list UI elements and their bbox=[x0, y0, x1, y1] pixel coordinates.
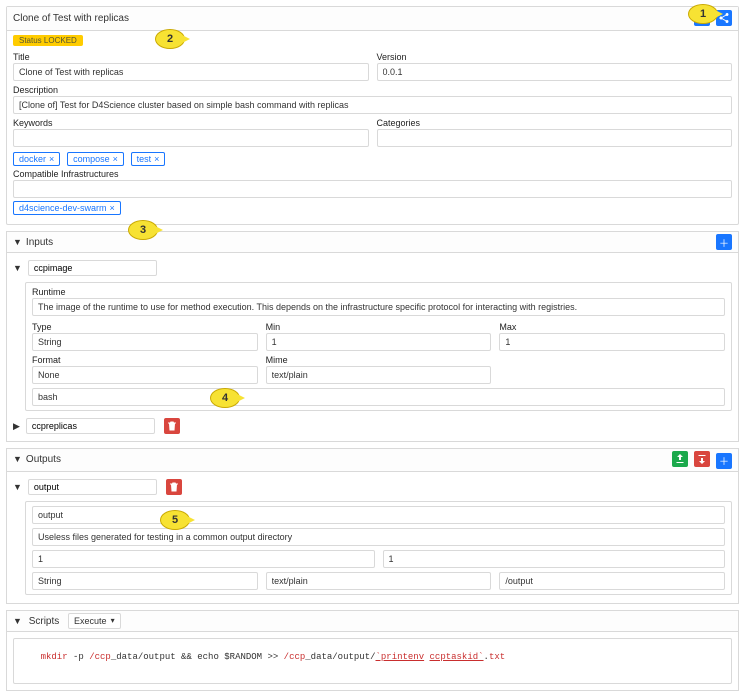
categories-label: Categories bbox=[377, 118, 733, 128]
output-path-input[interactable] bbox=[499, 572, 725, 590]
compat-label: Compatible Infrastructures bbox=[13, 169, 119, 179]
min-label: Min bbox=[266, 322, 492, 332]
keyword-tag[interactable]: test× bbox=[131, 152, 166, 166]
keyword-tag[interactable]: compose× bbox=[67, 152, 124, 166]
outputs-body: ▼ bbox=[6, 472, 739, 604]
caret-down-icon: ▼ bbox=[13, 616, 22, 626]
outputs-header[interactable]: ▼ Outputs ＋ bbox=[6, 448, 739, 472]
input-name-field[interactable] bbox=[28, 260, 157, 276]
annotation-3: 3 bbox=[128, 220, 158, 240]
input-row-ccpreplicas: ▶ bbox=[13, 415, 732, 437]
method-header-bar: Clone of Test with replicas bbox=[7, 7, 738, 31]
scripts-label: Scripts bbox=[29, 616, 60, 627]
export-output-button[interactable] bbox=[694, 451, 710, 467]
scripts-mode-label: Execute bbox=[74, 616, 107, 626]
title-input[interactable] bbox=[13, 63, 369, 81]
max-label: Max bbox=[499, 322, 725, 332]
import-output-button[interactable] bbox=[672, 451, 688, 467]
input-row-ccpimage: ▼ bbox=[13, 257, 732, 279]
output-max-input[interactable] bbox=[383, 550, 726, 568]
description-input[interactable] bbox=[13, 96, 732, 114]
inputs-label: Inputs bbox=[26, 237, 53, 248]
script-editor[interactable]: mkdir -p /ccp_data/output && echo $RANDO… bbox=[13, 638, 732, 684]
delete-output-button[interactable] bbox=[166, 479, 182, 495]
scripts-mode-select[interactable]: Execute ▾ bbox=[68, 613, 121, 629]
version-input[interactable] bbox=[377, 63, 733, 81]
close-icon[interactable]: × bbox=[154, 154, 159, 164]
outputs-label: Outputs bbox=[26, 454, 61, 465]
keyword-tagbar: docker× compose× test× bbox=[13, 149, 732, 169]
caret-down-icon[interactable]: ▼ bbox=[13, 482, 22, 492]
mime-label: Mime bbox=[266, 355, 492, 365]
output-name-field[interactable] bbox=[28, 479, 157, 495]
categories-input[interactable] bbox=[377, 129, 733, 147]
input-name-field[interactable] bbox=[26, 418, 155, 434]
method-panel: Clone of Test with replicas Status LOCKE… bbox=[6, 6, 739, 225]
runtime-desc: The image of the runtime to use for meth… bbox=[32, 298, 725, 316]
compat-tagbar: d4science-dev-swarm× bbox=[13, 198, 732, 218]
caret-down-icon[interactable]: ▼ bbox=[13, 263, 22, 273]
max-input[interactable] bbox=[499, 333, 725, 351]
annotation-1: 1 bbox=[688, 4, 718, 24]
output-title-input[interactable] bbox=[32, 506, 725, 524]
format-label: Format bbox=[32, 355, 258, 365]
default-value-input[interactable] bbox=[32, 388, 725, 406]
keywords-label: Keywords bbox=[13, 118, 369, 128]
general-form: Status LOCKED Title Version Description … bbox=[7, 31, 738, 224]
trash-icon bbox=[168, 481, 180, 493]
keyword-tag[interactable]: docker× bbox=[13, 152, 60, 166]
page-title: Clone of Test with replicas bbox=[13, 13, 129, 24]
close-icon[interactable]: × bbox=[110, 203, 115, 213]
tag-label: docker bbox=[19, 154, 46, 164]
scripts-body: mkdir -p /ccp_data/output && echo $RANDO… bbox=[6, 632, 739, 691]
output-desc-input[interactable] bbox=[32, 528, 725, 546]
output-min-input[interactable] bbox=[32, 550, 375, 568]
trash-icon bbox=[166, 420, 178, 432]
add-input-button[interactable]: ＋ bbox=[716, 234, 732, 250]
type-input[interactable] bbox=[32, 333, 258, 351]
mime-input[interactable] bbox=[266, 366, 492, 384]
tag-label: test bbox=[137, 154, 152, 164]
caret-down-icon: ▼ bbox=[13, 237, 22, 247]
output-detail bbox=[25, 501, 732, 595]
runtime-label: Runtime bbox=[32, 287, 66, 297]
status-badge: Status LOCKED bbox=[13, 35, 83, 46]
annotation-4: 4 bbox=[210, 388, 240, 408]
compat-tag[interactable]: d4science-dev-swarm× bbox=[13, 201, 121, 215]
type-label: Type bbox=[32, 322, 258, 332]
input-detail-ccpimage: Runtime The image of the runtime to use … bbox=[25, 282, 732, 411]
delete-input-button[interactable] bbox=[164, 418, 180, 434]
keywords-input[interactable] bbox=[13, 129, 369, 147]
output-row: ▼ bbox=[13, 476, 732, 498]
tag-label: compose bbox=[73, 154, 110, 164]
export-icon bbox=[696, 453, 708, 465]
output-type-input[interactable] bbox=[32, 572, 258, 590]
close-icon[interactable]: × bbox=[113, 154, 118, 164]
annotation-5: 5 bbox=[160, 510, 190, 530]
inputs-header[interactable]: ▼ Inputs ＋ bbox=[6, 231, 739, 253]
chevron-down-icon: ▾ bbox=[111, 616, 115, 625]
caret-right-icon[interactable]: ▶ bbox=[13, 421, 20, 432]
add-output-button[interactable]: ＋ bbox=[716, 453, 732, 469]
min-input[interactable] bbox=[266, 333, 492, 351]
import-icon bbox=[674, 453, 686, 465]
caret-down-icon: ▼ bbox=[13, 454, 22, 464]
compat-input[interactable] bbox=[13, 180, 732, 198]
title-label: Title bbox=[13, 52, 369, 62]
annotation-2: 2 bbox=[155, 29, 185, 49]
version-label: Version bbox=[377, 52, 733, 62]
scripts-header[interactable]: ▼ Scripts Execute ▾ bbox=[6, 610, 739, 632]
tag-label: d4science-dev-swarm bbox=[19, 203, 107, 213]
output-mime-input[interactable] bbox=[266, 572, 492, 590]
description-label: Description bbox=[13, 85, 732, 95]
inputs-body: ▼ Runtime The image of the runtime to us… bbox=[6, 253, 739, 442]
close-icon[interactable]: × bbox=[49, 154, 54, 164]
format-input[interactable] bbox=[32, 366, 258, 384]
